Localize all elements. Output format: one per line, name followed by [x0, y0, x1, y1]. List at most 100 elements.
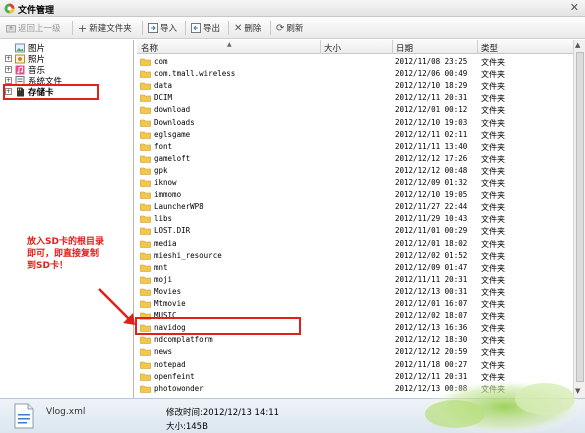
annotation-text: 放入SD卡的根目录即可，即直接复制到SD卡！	[27, 237, 104, 271]
new-folder-button[interactable]: + 新建文件夹	[78, 21, 132, 35]
table-row[interactable]: data 2012/12/10 18:29 文件夹	[137, 80, 573, 92]
close-icon[interactable]: ✕	[570, 1, 579, 14]
file-date: 2012/12/11 02:11	[395, 129, 468, 139]
refresh-button[interactable]: ⟳ 刷新	[276, 21, 303, 35]
music-icon	[15, 65, 25, 74]
back-button-label: 返回上一级	[18, 24, 61, 34]
file-name: news	[154, 347, 173, 357]
decorative-blob-icon	[425, 379, 585, 433]
table-row[interactable]: mieshi_resource 2012/12/02 01:52 文件夹	[137, 250, 573, 262]
folder-icon	[140, 119, 151, 127]
table-row[interactable]: ndcomplatform 2012/12/12 18:30 文件夹	[137, 334, 573, 346]
tree-item-photos[interactable]: + 照片	[5, 53, 45, 65]
tree-item-music[interactable]: + 音乐	[5, 64, 45, 76]
folder-icon	[140, 264, 151, 272]
file-name: Movies	[154, 286, 182, 296]
table-row[interactable]: com.tmall.wireless 2012/12/06 00:49 文件夹	[137, 68, 573, 80]
expand-icon[interactable]: +	[5, 55, 12, 62]
file-type: 文件夹	[481, 287, 505, 297]
folder-icon	[140, 288, 151, 296]
back-button[interactable]: 返回上一级	[6, 21, 61, 35]
file-name: iknow	[154, 178, 177, 187]
scrollbar-thumb[interactable]	[576, 52, 584, 382]
table-row[interactable]: media 2012/12/01 18:02 文件夹	[137, 238, 573, 250]
table-row[interactable]: DCIM 2012/12/11 20:31 文件夹	[137, 92, 573, 104]
folder-up-icon	[6, 25, 16, 33]
column-header-name[interactable]: 名称	[141, 42, 158, 54]
file-type: 文件夹	[481, 191, 505, 201]
table-row[interactable]: download 2012/12/01 00:12 文件夹	[137, 104, 573, 116]
toolbar-divider	[185, 21, 186, 35]
table-row[interactable]: eglsgame 2012/12/11 02:11 文件夹	[137, 129, 573, 141]
file-date: 2012/11/27 22:44	[395, 202, 468, 212]
table-row[interactable]: com 2012/11/08 23:25 文件夹	[137, 56, 573, 68]
vertical-scrollbar[interactable]: ▲ ▼	[573, 40, 585, 398]
column-header-date[interactable]: 日期	[396, 42, 413, 54]
file-type: 文件夹	[481, 118, 505, 128]
expand-icon[interactable]: +	[5, 77, 12, 84]
folder-icon	[140, 228, 151, 236]
table-row[interactable]: font 2012/11/11 13:40 文件夹	[137, 141, 573, 153]
file-date: 2012/12/01 00:12	[395, 105, 468, 115]
table-row[interactable]: Movies 2012/12/13 00:31 文件夹	[137, 286, 573, 298]
file-date: 2012/12/11 20:31	[395, 93, 468, 103]
file-date: 2012/11/11 13:40	[395, 141, 468, 151]
import-button[interactable]: 导入	[148, 21, 177, 35]
folder-icon	[140, 252, 151, 260]
toolbar-divider	[142, 21, 143, 35]
file-date: 2012/12/10 19:05	[395, 190, 468, 200]
table-row[interactable]: gameloft 2012/12/12 17:26 文件夹	[137, 153, 573, 165]
delete-button[interactable]: ✕ 删除	[234, 21, 261, 35]
folder-icon	[140, 300, 151, 308]
window-title: 文件管理	[18, 6, 55, 16]
scroll-up-icon[interactable]: ▲	[575, 41, 580, 49]
file-date: 2012/12/09 01:32	[395, 178, 468, 187]
expand-icon[interactable]: +	[5, 66, 12, 73]
folder-icon	[140, 276, 151, 284]
table-row[interactable]: LOST.DIR 2012/11/01 00:29 文件夹	[137, 225, 573, 237]
file-date: 2012/12/02 01:52	[395, 250, 468, 260]
table-row[interactable]: libs 2012/11/29 10:43 文件夹	[137, 213, 573, 225]
file-date: 2012/12/09 01:47	[395, 262, 468, 272]
toolbar-divider	[270, 21, 271, 35]
file-type: 文件夹	[481, 215, 505, 225]
table-row[interactable]: immomo 2012/12/10 19:05 文件夹	[137, 189, 573, 201]
file-date: 2012/11/29 10:43	[395, 214, 468, 224]
export-button[interactable]: 导出	[191, 21, 220, 35]
file-name: gameloft	[154, 153, 191, 163]
file-name: mnt	[154, 262, 168, 272]
modified-time: 修改时间:2012/12/13 14:11	[166, 408, 280, 418]
folder-icon	[140, 203, 151, 211]
tree-item-pictures[interactable]: 图片	[5, 42, 45, 54]
file-type: 文件夹	[481, 179, 505, 188]
toolbar-divider	[228, 21, 229, 35]
image-icon	[15, 43, 25, 52]
export-icon	[191, 23, 201, 33]
table-row[interactable]: Mtmovie 2012/12/01 16:07 文件夹	[137, 298, 573, 310]
file-type: 文件夹	[481, 130, 505, 140]
folder-icon	[140, 155, 151, 163]
column-header-size[interactable]: 大小	[324, 42, 341, 54]
file-list: 名称 ▲ 大小 日期 类型 com 2012/11/08 23:25 文件夹 com.…	[137, 40, 573, 398]
export-button-label: 导出	[203, 24, 221, 34]
folder-icon	[140, 373, 151, 381]
table-row[interactable]: iknow 2012/12/09 01:32 文件夹	[137, 177, 573, 189]
file-type: 文件夹	[481, 336, 505, 346]
table-row[interactable]: moji 2012/11/11 20:31 文件夹	[137, 274, 573, 286]
table-row[interactable]: Downloads 2012/12/10 19:03 文件夹	[137, 117, 573, 129]
annotation-arrow-icon	[98, 288, 135, 325]
file-name: ndcomplatform	[154, 335, 213, 345]
folder-icon	[140, 361, 151, 369]
file-type: 文件夹	[481, 348, 505, 358]
file-name: immomo	[154, 190, 182, 200]
file-name: com.tmall.wireless	[154, 69, 236, 79]
file-type: 文件夹	[481, 70, 505, 80]
title-bar: 文件管理 ✕	[0, 0, 585, 17]
table-row[interactable]: LauncherWP8 2012/11/27 22:44 文件夹	[137, 201, 573, 213]
table-row[interactable]: news 2012/12/12 20:59 文件夹	[137, 346, 573, 358]
file-type: 文件夹	[481, 154, 505, 164]
table-row[interactable]: mnt 2012/12/09 01:47 文件夹	[137, 262, 573, 274]
column-header-type[interactable]: 类型	[481, 42, 498, 54]
table-row[interactable]: gpk 2012/12/12 00:48 文件夹	[137, 165, 573, 177]
file-type: 文件夹	[481, 82, 505, 92]
